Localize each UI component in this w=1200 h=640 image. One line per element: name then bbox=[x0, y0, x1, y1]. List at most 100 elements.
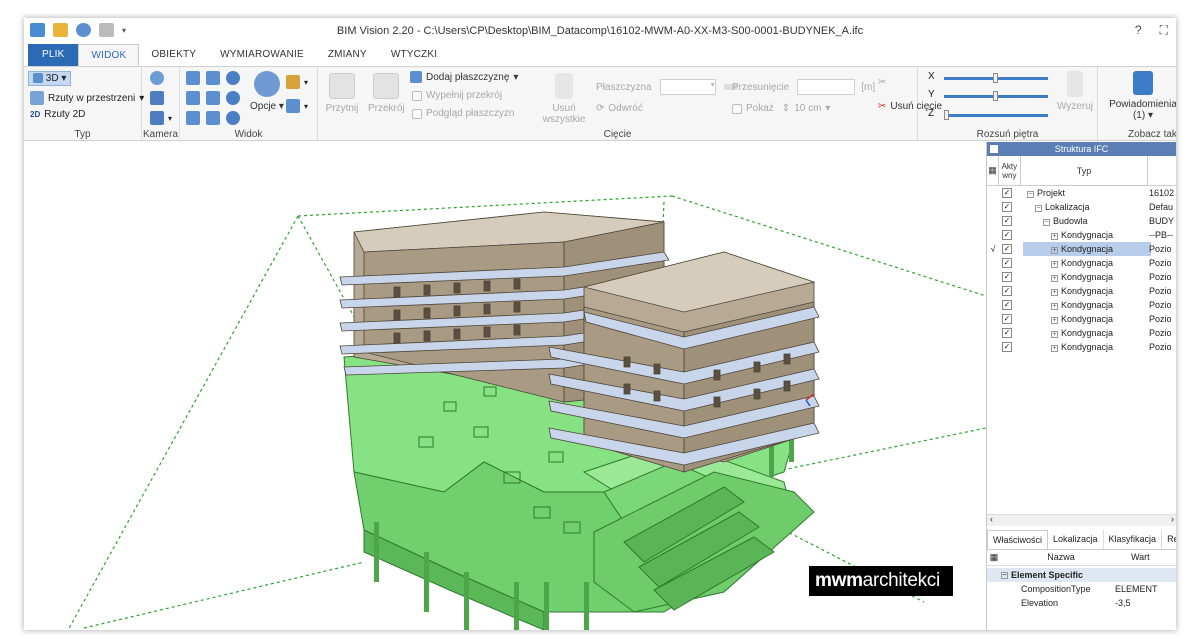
expand-icon[interactable]: + bbox=[1051, 233, 1058, 240]
top-view-icon[interactable] bbox=[186, 91, 200, 105]
x-slider-knob[interactable] bbox=[993, 73, 998, 83]
restore-button[interactable]: ⛶ bbox=[1160, 23, 1168, 38]
opcje-button[interactable]: Opcje ▾ bbox=[250, 71, 284, 112]
prop-row[interactable]: CompositionType ELEMENT bbox=[987, 582, 1176, 596]
tree-node[interactable]: − Projekt bbox=[1027, 188, 1065, 198]
iso-view-icon[interactable] bbox=[206, 111, 220, 125]
box-icon[interactable] bbox=[286, 75, 300, 89]
active-checkbox[interactable]: ✓ bbox=[1002, 216, 1012, 226]
expand-icon[interactable]: + bbox=[1051, 317, 1058, 324]
rzuty-przestrzeni-button[interactable]: Rzuty w przestrzeni ▾ bbox=[30, 91, 144, 105]
walk-icon[interactable] bbox=[150, 91, 164, 105]
podglad-plaszczyzn-checkbox[interactable]: Podgląd płaszczyzn bbox=[412, 108, 514, 119]
tab-wymiarowanie[interactable]: WYMIAROWANIE bbox=[208, 44, 316, 66]
tree-node[interactable]: + Kondygnacja bbox=[1051, 286, 1113, 296]
tree-row[interactable]: ✓ + Kondygnacja Pozio bbox=[987, 340, 1176, 354]
active-checkbox[interactable]: ✓ bbox=[1002, 258, 1012, 268]
expand-icon[interactable]: + bbox=[1051, 289, 1058, 296]
expand-icon[interactable]: + bbox=[1051, 247, 1058, 254]
view-3d-button[interactable]: 3D ▾ bbox=[28, 71, 72, 86]
tab-wlasciwosci[interactable]: Właściwości bbox=[987, 530, 1049, 549]
expand-icon[interactable]: + bbox=[1051, 331, 1058, 338]
fly-icon[interactable] bbox=[150, 111, 164, 125]
przesuniecie-input[interactable] bbox=[797, 79, 856, 95]
active-checkbox[interactable]: ✓ bbox=[1002, 244, 1012, 254]
front-view-icon[interactable] bbox=[206, 71, 220, 85]
tree-row[interactable]: ✓ + Kondygnacja --PB-- bbox=[987, 228, 1176, 242]
step-select[interactable]: 10 cm bbox=[794, 103, 821, 114]
tree-row[interactable]: ✓ − Lokalizacja Defau bbox=[987, 200, 1176, 214]
przekroj-button[interactable]: Przekrój bbox=[368, 73, 405, 114]
collapse-icon[interactable]: − bbox=[1035, 205, 1042, 212]
tab-obiekty[interactable]: OBIEKTY bbox=[139, 44, 208, 66]
tab-relacje[interactable]: Re bbox=[1162, 530, 1176, 549]
active-checkbox[interactable]: ✓ bbox=[1002, 300, 1012, 310]
tree-node[interactable]: + Kondygnacja bbox=[1051, 328, 1113, 338]
tree-row[interactable]: ✓ + Kondygnacja Pozio bbox=[987, 270, 1176, 284]
active-checkbox[interactable]: ✓ bbox=[1002, 314, 1012, 324]
props-options-icon[interactable]: ▦ bbox=[987, 552, 1001, 565]
tree-row[interactable]: ✓ + Kondygnacja Pozio bbox=[987, 298, 1176, 312]
expand-icon[interactable]: + bbox=[1051, 261, 1058, 268]
active-checkbox[interactable]: ✓ bbox=[1002, 230, 1012, 240]
tree-row[interactable]: ✓ + Kondygnacja Pozio bbox=[987, 256, 1176, 270]
plaszczyzna-select[interactable]: ▾ bbox=[659, 79, 716, 95]
pokaz-checkbox[interactable] bbox=[732, 103, 742, 114]
scroll-right-icon[interactable]: › bbox=[1171, 514, 1174, 524]
collapse-icon[interactable]: − bbox=[1043, 219, 1050, 226]
odwroc-button[interactable]: ⟳ Odwróć bbox=[596, 103, 643, 114]
tree-node[interactable]: − Budowla bbox=[1043, 216, 1088, 226]
active-checkbox[interactable]: ✓ bbox=[1002, 202, 1012, 212]
collapse-icon[interactable]: − bbox=[1027, 191, 1034, 198]
tree-row[interactable]: ✓ + Kondygnacja Pozio bbox=[987, 326, 1176, 340]
z-slider-knob[interactable] bbox=[944, 110, 949, 120]
tab-lokalizacja[interactable]: Lokalizacja bbox=[1048, 530, 1104, 549]
tree-row[interactable]: ✓ + Kondygnacja Pozio bbox=[987, 284, 1176, 298]
col-active-header[interactable]: Akty wny bbox=[999, 156, 1021, 185]
expand-icon[interactable]: + bbox=[1051, 345, 1058, 352]
bottom-view-icon[interactable] bbox=[186, 111, 200, 125]
horizontal-scrollbar[interactable]: ‹ › bbox=[987, 514, 1176, 526]
prop-row[interactable]: Elevation -3,5 bbox=[987, 596, 1176, 610]
tab-plik[interactable]: PLIK bbox=[28, 44, 79, 66]
scroll-left-icon[interactable]: ‹ bbox=[990, 514, 993, 524]
rotate-left-icon[interactable] bbox=[226, 71, 240, 85]
refresh-icon[interactable] bbox=[226, 111, 240, 125]
z-slider[interactable] bbox=[944, 114, 1048, 117]
col-type-header[interactable]: Typ bbox=[1021, 156, 1149, 185]
tree-node[interactable]: + Kondygnacja bbox=[1051, 300, 1113, 310]
wyzeruj-button[interactable]: Wyzeruj bbox=[1056, 71, 1094, 112]
pin-icon[interactable] bbox=[990, 145, 998, 153]
expand-icon[interactable]: + bbox=[1051, 303, 1058, 310]
tree-options-icon[interactable]: ▦ bbox=[987, 156, 999, 185]
dodaj-plaszczyzne-button[interactable]: Dodaj płaszczyznę ▾ bbox=[410, 71, 518, 83]
tree-node[interactable]: + Kondygnacja bbox=[1051, 272, 1113, 282]
przytnij-button[interactable]: Przytnij bbox=[324, 73, 360, 114]
tree-node[interactable]: + Kondygnacja bbox=[1051, 314, 1113, 324]
book-icon[interactable] bbox=[286, 99, 300, 113]
wypelnij-przekroj-checkbox[interactable]: Wypełnij przekrój bbox=[412, 90, 502, 101]
rzuty-2d-button[interactable]: 2D Rzuty 2D bbox=[30, 109, 85, 120]
collapse-icon[interactable]: − bbox=[1001, 571, 1008, 579]
zoom-extents-icon[interactable] bbox=[186, 71, 200, 85]
active-checkbox[interactable]: ✓ bbox=[1002, 272, 1012, 282]
prop-group-row[interactable]: − Element Specific bbox=[987, 568, 1176, 582]
tree-node[interactable]: + Kondygnacja bbox=[1051, 258, 1113, 268]
active-checkbox[interactable]: ✓ bbox=[1002, 286, 1012, 296]
tab-wtyczki[interactable]: WTYCZKI bbox=[379, 44, 449, 66]
active-checkbox[interactable]: ✓ bbox=[1002, 188, 1012, 198]
expand-icon[interactable]: + bbox=[1051, 275, 1058, 282]
tab-klasyfikacja[interactable]: Klasyfikacja bbox=[1104, 530, 1163, 549]
tab-zmiany[interactable]: ZMIANY bbox=[316, 44, 379, 66]
tree-row[interactable]: ✓ − Budowla BUDY bbox=[987, 214, 1176, 228]
y-slider-knob[interactable] bbox=[993, 91, 998, 101]
rotate-right-icon[interactable] bbox=[226, 91, 240, 105]
tree-node[interactable]: + Kondygnacja bbox=[1051, 230, 1113, 240]
active-checkbox[interactable]: ✓ bbox=[1002, 328, 1012, 338]
usun-wszystkie-button[interactable]: Usuń wszystkie bbox=[542, 73, 586, 125]
3d-viewport[interactable]: mwmarchitekci bbox=[24, 142, 986, 630]
tree-row[interactable]: √ ✓ + Kondygnacja Pozio bbox=[987, 242, 1176, 256]
side-view-icon[interactable] bbox=[206, 91, 220, 105]
col-value-header[interactable] bbox=[1148, 156, 1176, 185]
tree-row[interactable]: ✓ − Projekt 16102 bbox=[987, 186, 1176, 200]
